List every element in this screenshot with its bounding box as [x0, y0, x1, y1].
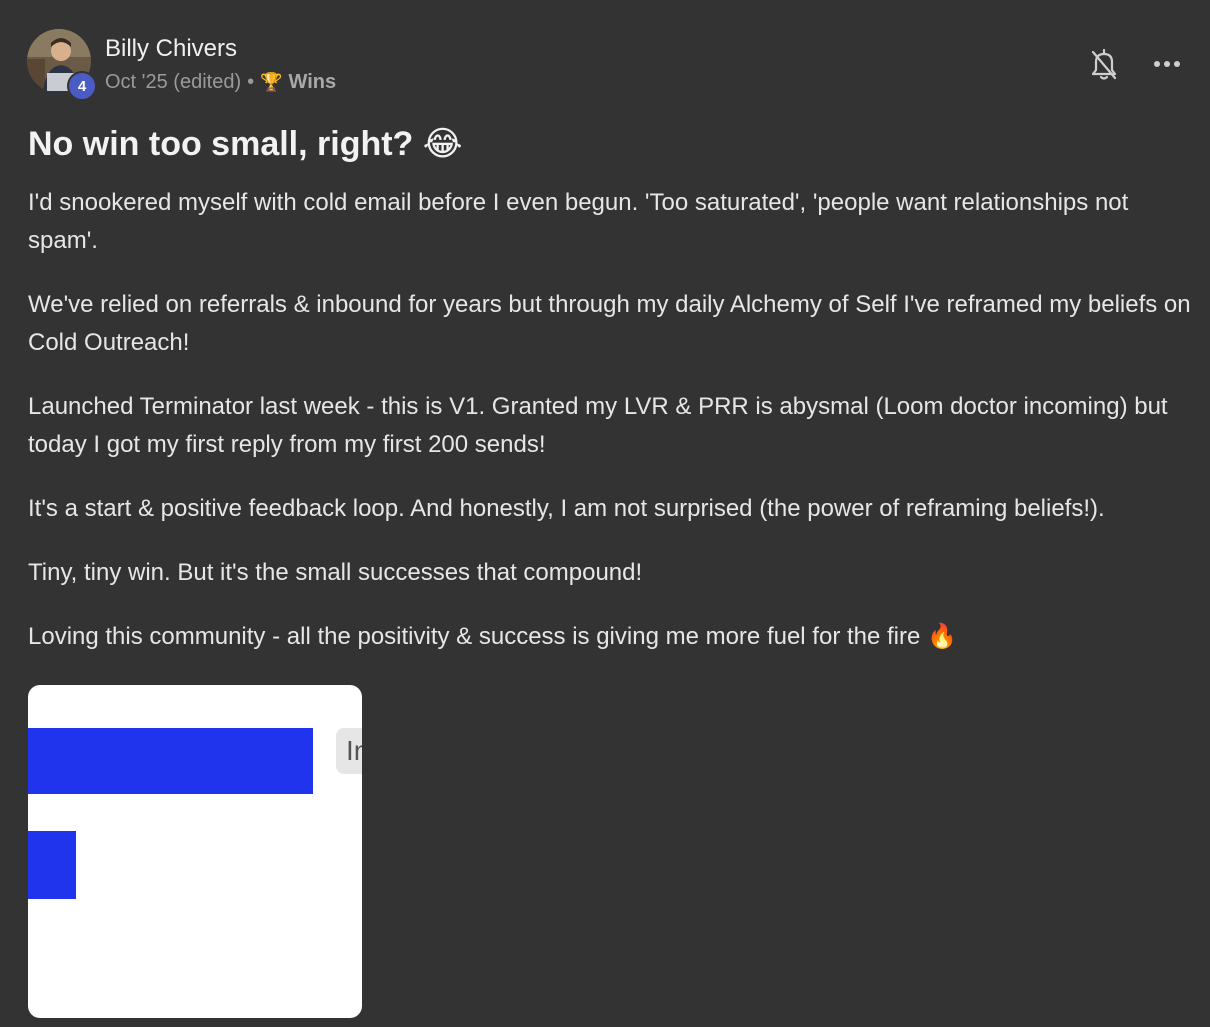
- paragraph-1: I'd snookered myself with cold email bef…: [28, 189, 1129, 254]
- post-card: 4 Billy Chivers Oct '25 (edited) • 🏆 Win…: [0, 0, 1210, 1027]
- more-horizontal-icon[interactable]: [1154, 61, 1180, 67]
- dot-2: [1164, 61, 1170, 67]
- attachment-bar-2: [28, 831, 76, 899]
- post-date: Oct '25 (edited): [105, 71, 242, 93]
- paragraph-4: It's a start & positive feedback loop. A…: [28, 495, 1105, 522]
- attachment-bar-1: [28, 728, 313, 794]
- post-body: I'd snookered myself with cold email bef…: [28, 184, 1193, 682]
- post-actions: [1090, 46, 1180, 82]
- image-attachment[interactable]: In: [28, 685, 362, 1018]
- attachment-chip: In: [336, 728, 362, 774]
- paragraph-3: Launched Terminator last week - this is …: [28, 393, 1168, 458]
- paragraph-6: Loving this community - all the positivi…: [28, 623, 957, 650]
- post-meta: Billy Chivers Oct '25 (edited) • 🏆 Wins: [105, 29, 336, 94]
- separator: •: [247, 71, 255, 93]
- paragraph-5: Tiny, tiny win. But it's the small succe…: [28, 559, 643, 586]
- level-badge: 4: [67, 71, 97, 101]
- trophy-icon: 🏆: [260, 72, 283, 92]
- category-link[interactable]: Wins: [289, 70, 337, 94]
- dot-1: [1154, 61, 1160, 67]
- post-subline: Oct '25 (edited) • 🏆 Wins: [105, 70, 336, 94]
- paragraph-2: We've relied on referrals & inbound for …: [28, 291, 1191, 356]
- dot-3: [1174, 61, 1180, 67]
- post-header: 4 Billy Chivers Oct '25 (edited) • 🏆 Win…: [27, 29, 336, 101]
- author-name[interactable]: Billy Chivers: [105, 34, 336, 64]
- avatar[interactable]: 4: [27, 29, 97, 101]
- bell-off-icon[interactable]: [1090, 46, 1118, 82]
- post-title: No win too small, right? 😂: [28, 125, 463, 163]
